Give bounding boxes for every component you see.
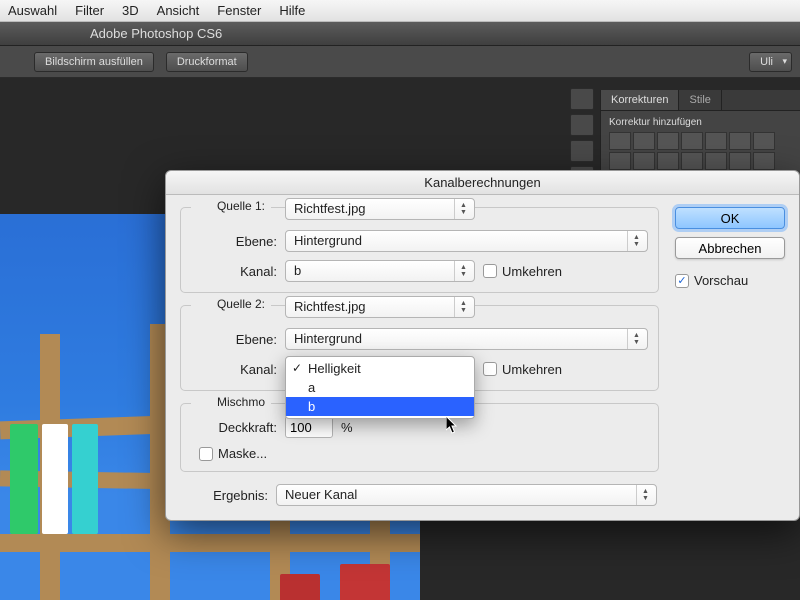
menu-fenster[interactable]: Fenster <box>217 3 261 18</box>
adjust-lookup-icon[interactable] <box>657 152 679 170</box>
tab-korrekturen[interactable]: Korrekturen <box>601 90 679 110</box>
source1-file-select[interactable]: Richtfest.jpg ▲▼ <box>285 198 475 220</box>
panel-icon-3[interactable] <box>570 140 594 162</box>
dialog-opacity-label: Deckkraft: <box>191 420 277 435</box>
source2-file-select[interactable]: Richtfest.jpg ▲▼ <box>285 296 475 318</box>
adjust-levels-icon[interactable] <box>633 132 655 150</box>
adjust-threshold-icon[interactable] <box>729 152 751 170</box>
source2-channel-label: Kanal: <box>191 362 277 377</box>
source2-file-value: Richtfest.jpg <box>294 299 366 314</box>
source1-layer-label: Ebene: <box>191 234 277 249</box>
result-label: Ergebnis: <box>182 488 268 503</box>
result-value: Neuer Kanal <box>285 487 357 502</box>
adjust-brightness-icon[interactable] <box>609 132 631 150</box>
source2-label: Quelle 2: <box>217 297 265 311</box>
adjust-hue-icon[interactable] <box>729 132 751 150</box>
source1-file-value: Richtfest.jpg <box>294 201 366 216</box>
adjust-curves-icon[interactable] <box>657 132 679 150</box>
blend-label: Mischmo <box>217 395 265 409</box>
adjust-invert-icon[interactable] <box>681 152 703 170</box>
user-menu[interactable]: Uli <box>749 52 792 72</box>
menu-hilfe[interactable]: Hilfe <box>279 3 305 18</box>
source1-layer-value: Hintergrund <box>294 233 362 248</box>
check-icon: ✓ <box>292 361 302 375</box>
panel-icon-2[interactable] <box>570 114 594 136</box>
menu-3d[interactable]: 3D <box>122 3 139 18</box>
source1-invert-label: Umkehren <box>502 264 562 279</box>
mask-checkbox[interactable] <box>199 447 213 461</box>
preview-checkbox[interactable]: ✓ <box>675 274 689 288</box>
result-select[interactable]: Neuer Kanal ▲▼ <box>276 484 657 506</box>
source2-layer-value: Hintergrund <box>294 331 362 346</box>
tab-stile[interactable]: Stile <box>679 90 721 110</box>
source2-group: Quelle 2: Richtfest.jpg ▲▼ Ebene: Hinter… <box>180 305 659 391</box>
source1-label: Quelle 1: <box>217 199 265 213</box>
channel-option-a[interactable]: a <box>286 378 474 397</box>
source1-channel-value: b <box>294 263 301 278</box>
menu-ansicht[interactable]: Ansicht <box>157 3 200 18</box>
os-menubar: Auswahl Filter 3D Ansicht Fenster Hilfe <box>0 0 800 22</box>
adjust-posterize-icon[interactable] <box>705 152 727 170</box>
adjust-vibrance-icon[interactable] <box>705 132 727 150</box>
ok-button[interactable]: OK <box>675 207 785 229</box>
adjust-exposure-icon[interactable] <box>681 132 703 150</box>
fit-screen-button[interactable]: Bildschirm ausfüllen <box>34 52 154 72</box>
source1-channel-label: Kanal: <box>191 264 277 279</box>
source2-invert-label: Umkehren <box>502 362 562 377</box>
source2-layer-label: Ebene: <box>191 332 277 347</box>
mask-label: Maske... <box>218 446 267 461</box>
options-bar: Bildschirm ausfüllen Druckformat Uli <box>0 46 800 78</box>
adjust-bw-icon[interactable] <box>753 132 775 150</box>
add-adjustment-label: Korrektur hinzufügen <box>609 117 792 128</box>
cancel-button[interactable]: Abbrechen <box>675 237 785 259</box>
panel-icon-1[interactable] <box>570 88 594 110</box>
channel-popup: ✓ Helligkeit a b <box>285 356 475 419</box>
dialog-title: Kanalberechnungen <box>166 171 799 195</box>
channel-option-helligkeit[interactable]: ✓ Helligkeit <box>286 359 474 378</box>
channel-option-b[interactable]: b <box>286 397 474 416</box>
app-titlebar: Adobe Photoshop CS6 <box>0 22 800 46</box>
menu-auswahl[interactable]: Auswahl <box>8 3 57 18</box>
opacity-unit: % <box>341 420 353 435</box>
app-title: Adobe Photoshop CS6 <box>90 26 222 41</box>
dialog-opacity-input[interactable] <box>285 416 333 438</box>
menu-filter[interactable]: Filter <box>75 3 104 18</box>
adjust-mixer-icon[interactable] <box>633 152 655 170</box>
calculations-dialog: Kanalberechnungen Quelle 1: Richtfest.jp… <box>165 170 800 521</box>
source2-invert-checkbox[interactable] <box>483 362 497 376</box>
source1-layer-select[interactable]: Hintergrund ▲▼ <box>285 230 648 252</box>
source1-channel-select[interactable]: b ▲▼ <box>285 260 475 282</box>
source1-invert-checkbox[interactable] <box>483 264 497 278</box>
source2-layer-select[interactable]: Hintergrund ▲▼ <box>285 328 648 350</box>
source1-group: Quelle 1: Richtfest.jpg ▲▼ Ebene: Hinter… <box>180 207 659 293</box>
preview-label: Vorschau <box>694 273 748 288</box>
adjust-photo-filter-icon[interactable] <box>609 152 631 170</box>
adjust-selective-icon[interactable] <box>753 152 775 170</box>
print-format-button[interactable]: Druckformat <box>166 52 248 72</box>
